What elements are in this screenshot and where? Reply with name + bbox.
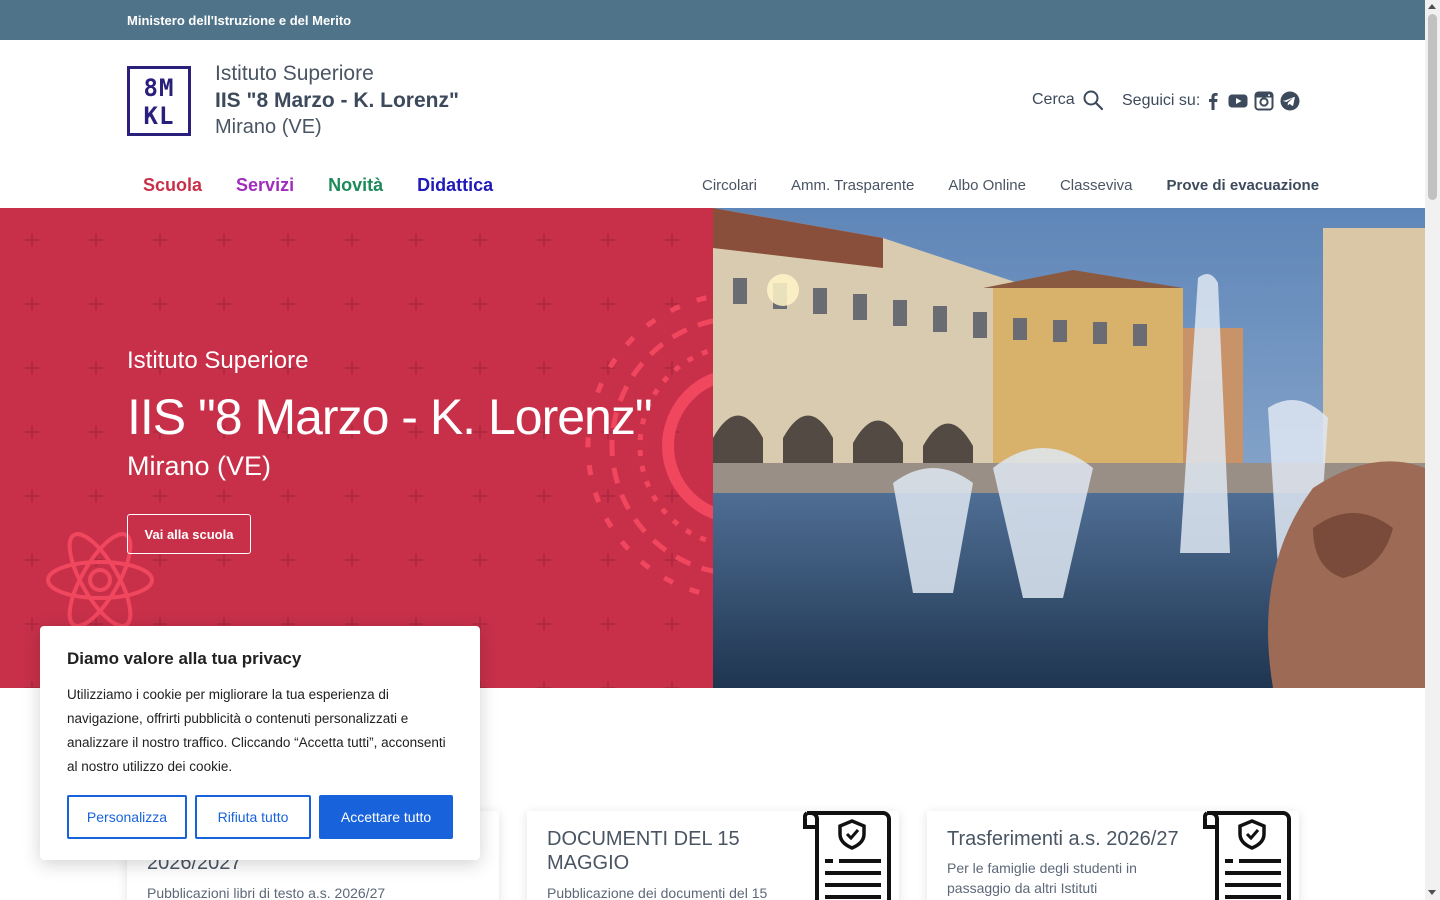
card-description: Pubblicazioni libri di testo a.s. 2026/2… (147, 885, 386, 900)
instagram-icon[interactable] (1254, 91, 1274, 111)
news-card[interactable]: DOCUMENTI DEL 15 MAGGIO Pubblicazione de… (527, 811, 899, 900)
hero-city: Mirano (VE) (127, 451, 272, 481)
card-title[interactable]: Trasferimenti a.s. 2026/27 (947, 827, 1207, 851)
nav-prove-evacuazione[interactable]: Prove di evacuazione (1167, 177, 1320, 194)
secondary-nav: Circolari Amm. Trasparente Albo Online C… (702, 177, 1319, 194)
scrollbar-thumb[interactable] (1428, 14, 1437, 200)
search-icon (1083, 90, 1103, 110)
nav-didattica[interactable]: Didattica (417, 175, 493, 196)
scroll-up-arrow-icon[interactable] (1428, 4, 1436, 9)
accept-all-button[interactable]: Accettare tutto (319, 795, 453, 839)
hero-subtitle: Istituto Superiore (127, 347, 309, 374)
youtube-icon[interactable] (1228, 91, 1248, 111)
cookie-consent-banner: Diamo valore alla tua privacy Utilizziam… (40, 626, 480, 860)
card-title[interactable]: DOCUMENTI DEL 15 MAGGIO (547, 827, 787, 875)
nav-albo-online[interactable]: Albo Online (948, 177, 1026, 194)
hero-panel (0, 208, 713, 688)
school-logo[interactable]: 8M KL (127, 66, 191, 136)
card-description: Pubblicazione dei documenti del 15 (547, 885, 768, 900)
cookie-description: Utilizziamo i cookie per migliorare la t… (67, 687, 446, 774)
facebook-icon[interactable] (1203, 91, 1223, 111)
hero-pattern (0, 208, 713, 688)
document-shield-icon (803, 811, 891, 900)
site-subtitle: Istituto Superiore (215, 62, 374, 85)
search-button[interactable]: Cerca (1032, 90, 1103, 110)
go-to-school-button[interactable]: Vai alla scuola (127, 514, 251, 554)
ministry-link[interactable]: Ministero dell'Istruzione e del Merito (127, 13, 351, 28)
telegram-icon[interactable] (1280, 91, 1300, 111)
customize-button[interactable]: Personalizza (67, 795, 187, 839)
nav-servizi[interactable]: Servizi (236, 175, 294, 196)
reject-all-button[interactable]: Rifiuta tutto (195, 795, 311, 839)
scrollbar[interactable] (1425, 0, 1440, 900)
nav-circolari[interactable]: Circolari (702, 177, 757, 194)
nav-scuola[interactable]: Scuola (143, 175, 202, 196)
site-city: Mirano (VE) (215, 116, 322, 138)
nav-novita[interactable]: Novità (328, 175, 383, 196)
site-name[interactable]: IIS "8 Marzo - K. Lorenz" (215, 89, 459, 113)
nav-amm-trasparente[interactable]: Amm. Trasparente (791, 177, 914, 194)
main-nav: Scuola Servizi Novità Didattica (143, 175, 493, 196)
scroll-down-arrow-icon[interactable] (1428, 890, 1436, 895)
hero-title: IIS "8 Marzo - K. Lorenz" (127, 389, 653, 445)
hero-photo (713, 208, 1425, 688)
news-card[interactable]: Trasferimenti a.s. 2026/27 Per le famigl… (927, 811, 1299, 900)
fountain-square-image (713, 208, 1425, 688)
search-label: Cerca (1032, 91, 1075, 108)
card-description: Per le famiglie degli studenti in passag… (947, 860, 1137, 896)
ministry-bar: Ministero dell'Istruzione e del Merito (0, 0, 1425, 40)
nav-classeviva[interactable]: Classeviva (1060, 177, 1133, 194)
logo-row-top: 8M (143, 74, 175, 102)
follow-us-label: Seguici su: (1122, 92, 1201, 109)
cookie-title: Diamo valore alla tua privacy (67, 649, 302, 668)
logo-row-bottom: KL (143, 102, 175, 130)
document-shield-icon (1203, 811, 1291, 900)
